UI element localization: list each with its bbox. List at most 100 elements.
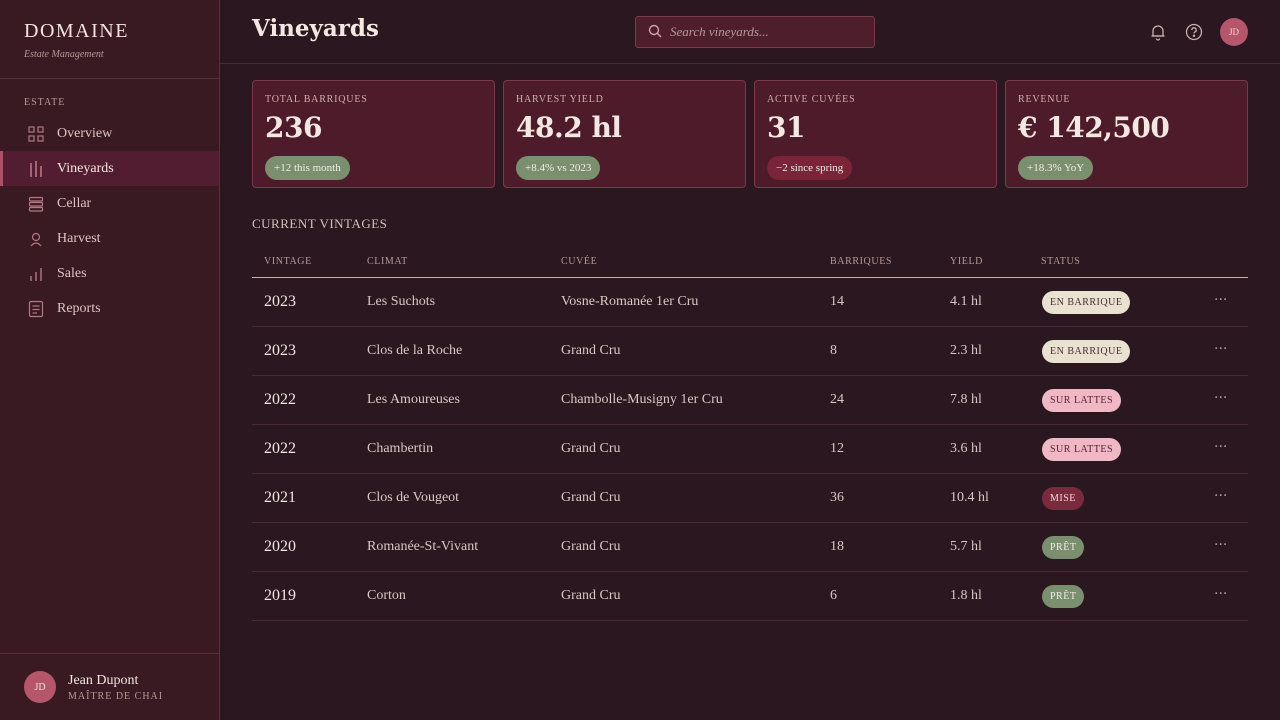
header: Vineyards JD xyxy=(220,0,1280,64)
user-profile[interactable]: JD Jean Dupont MAÎTRE DE CHAI xyxy=(0,653,219,720)
column-header-status[interactable]: STATUS xyxy=(1041,256,1080,267)
stat-card-active-cuvees: ACTIVE CUVÉES 31 −2 since spring xyxy=(754,80,997,188)
stat-value: 236 xyxy=(265,111,322,144)
sidebar-item-sales[interactable]: Sales xyxy=(0,256,219,291)
cell-barriques: 12 xyxy=(830,441,844,456)
user-info: Jean Dupont MAÎTRE DE CHAI xyxy=(68,673,163,702)
cell-yield: 5.7 hl xyxy=(950,539,982,554)
cell-yield: 4.1 hl xyxy=(950,294,982,309)
sidebar-item-overview[interactable]: Overview xyxy=(0,116,219,151)
cell-vintage: 2022 xyxy=(264,440,296,457)
column-header-barriques[interactable]: BARRIQUES xyxy=(830,256,892,267)
table-body: 2023 Les Suchots Vosne-Romanée 1er Cru 14 4.… xyxy=(252,278,1248,621)
more-actions-icon[interactable]: ··· xyxy=(1214,586,1227,602)
cell-cuvee: Grand Cru xyxy=(561,343,621,358)
bar-chart-icon xyxy=(28,266,44,282)
stat-label: HARVEST YIELD xyxy=(516,94,604,105)
status-badge: PRÊT xyxy=(1042,536,1085,559)
cell-yield: 1.8 hl xyxy=(950,588,982,603)
column-header-yield[interactable]: YIELD xyxy=(950,256,983,267)
table-row[interactable]: 2020 Romanée-St-Vivant Grand Cru 18 5.7 hl PR… xyxy=(252,523,1248,572)
cell-yield: 3.6 hl xyxy=(950,441,982,456)
sidebar-item-cellar[interactable]: Cellar xyxy=(0,186,219,221)
brand-subtitle: Estate Management xyxy=(24,49,104,60)
cell-barriques: 6 xyxy=(830,588,837,603)
cell-climat: Romanée-St-Vivant xyxy=(367,539,479,554)
sidebar-item-reports[interactable]: Reports xyxy=(0,291,219,326)
cell-cuvee: Grand Cru xyxy=(561,490,621,505)
stat-card-harvest-yield: HARVEST YIELD 48.2 hl +8.4% vs 2023 xyxy=(503,80,746,188)
cell-cuvee: Vosne-Romanée 1er Cru xyxy=(561,294,699,309)
stat-label: TOTAL BARRIQUES xyxy=(265,94,368,105)
stat-label: REVENUE xyxy=(1018,94,1071,105)
status-badge: EN BARRIQUE xyxy=(1042,291,1131,314)
barrel-stack-icon xyxy=(28,196,44,212)
stat-value: € 142,500 xyxy=(1018,111,1170,144)
more-actions-icon[interactable]: ··· xyxy=(1214,390,1227,406)
table-row[interactable]: 2023 Les Suchots Vosne-Romanée 1er Cru 14 4.… xyxy=(252,278,1248,327)
sidebar-item-label: Harvest xyxy=(57,230,101,246)
stat-label: ACTIVE CUVÉES xyxy=(767,94,856,105)
stat-delta-badge: +8.4% vs 2023 xyxy=(516,156,601,180)
grape-icon xyxy=(28,231,44,247)
cell-cuvee: Grand Cru xyxy=(561,588,621,603)
stat-value: 31 xyxy=(767,111,805,144)
search-input[interactable] xyxy=(670,24,860,40)
cell-climat: Clos de Vougeot xyxy=(367,490,460,505)
table-row[interactable]: 2022 Les Amoureuses Chambolle-Musigny 1er … xyxy=(252,376,1248,425)
section-title: CURRENT VINTAGES xyxy=(252,216,388,231)
cell-barriques: 8 xyxy=(830,343,837,358)
table-row[interactable]: 2021 Clos de Vougeot Grand Cru 36 10.4 hl MIS… xyxy=(252,474,1248,523)
sidebar-item-harvest[interactable]: Harvest xyxy=(0,221,219,256)
cell-climat: Les Amoureuses xyxy=(367,392,460,407)
status-badge: MISE xyxy=(1042,487,1084,510)
user-name: Jean Dupont xyxy=(68,672,139,688)
more-actions-icon[interactable]: ··· xyxy=(1214,341,1227,357)
status-badge: EN BARRIQUE xyxy=(1042,340,1131,363)
sidebar-item-label: Vineyards xyxy=(57,160,114,176)
column-header-vintage[interactable]: VINTAGE xyxy=(264,256,312,267)
cell-barriques: 14 xyxy=(830,294,844,309)
table-row[interactable]: 2023 Clos de la Roche Grand Cru 8 2.3 hl EN B… xyxy=(252,327,1248,376)
sidebar-item-label: Reports xyxy=(57,300,101,316)
cell-climat: Clos de la Roche xyxy=(367,343,463,358)
cell-cuvee: Grand Cru xyxy=(561,441,621,456)
sidebar-item-vineyards[interactable]: Vineyards xyxy=(0,151,219,186)
cell-barriques: 24 xyxy=(830,392,844,407)
table-row[interactable]: 2022 Chambertin Grand Cru 12 3.6 hl SUR LATTE… xyxy=(252,425,1248,474)
stat-delta-badge: +12 this month xyxy=(265,156,350,180)
stat-card-barriques: TOTAL BARRIQUES 236 +12 this month xyxy=(252,80,495,188)
header-avatar[interactable]: JD xyxy=(1220,18,1248,46)
sidebar-item-label: Overview xyxy=(57,125,113,141)
more-actions-icon[interactable]: ··· xyxy=(1214,537,1227,553)
page-title: Vineyards xyxy=(252,15,379,42)
stat-card-revenue: REVENUE € 142,500 +18.3% YoY xyxy=(1005,80,1248,188)
help-icon[interactable] xyxy=(1184,22,1204,42)
stat-cards: TOTAL BARRIQUES 236 +12 this month HARVE… xyxy=(252,80,1248,188)
brand-title: DOMAINE xyxy=(24,20,129,42)
table-row[interactable]: 2019 Corton Grand Cru 6 1.8 hl PRÊT ··· xyxy=(252,572,1248,621)
column-header-climat[interactable]: CLIMAT xyxy=(367,256,408,267)
brand: DOMAINE Estate Management xyxy=(0,0,219,79)
more-actions-icon[interactable]: ··· xyxy=(1214,488,1227,504)
sidebar-section-label: ESTATE xyxy=(24,97,66,108)
cell-yield: 2.3 hl xyxy=(950,343,982,358)
search-box[interactable] xyxy=(635,16,875,48)
bell-icon[interactable] xyxy=(1148,22,1168,42)
vine-bars-icon xyxy=(28,160,44,177)
cell-vintage: 2023 xyxy=(264,342,296,359)
more-actions-icon[interactable]: ··· xyxy=(1214,439,1227,455)
table-header: VINTAGE CLIMAT CUVÉE BARRIQUES YIELD STA… xyxy=(252,246,1248,278)
vintages-table: VINTAGE CLIMAT CUVÉE BARRIQUES YIELD STA… xyxy=(252,246,1248,621)
sidebar: DOMAINE Estate Management ESTATE Overvie… xyxy=(0,0,220,720)
grid-icon xyxy=(28,125,44,142)
cell-vintage: 2020 xyxy=(264,538,296,555)
cell-yield: 10.4 hl xyxy=(950,490,989,505)
cell-barriques: 18 xyxy=(830,539,844,554)
column-header-cuvee[interactable]: CUVÉE xyxy=(561,256,597,267)
cell-climat: Corton xyxy=(367,588,406,603)
stat-value: 48.2 hl xyxy=(516,111,622,144)
more-actions-icon[interactable]: ··· xyxy=(1214,292,1227,308)
search-icon xyxy=(648,23,662,42)
user-role: MAÎTRE DE CHAI xyxy=(68,690,164,702)
